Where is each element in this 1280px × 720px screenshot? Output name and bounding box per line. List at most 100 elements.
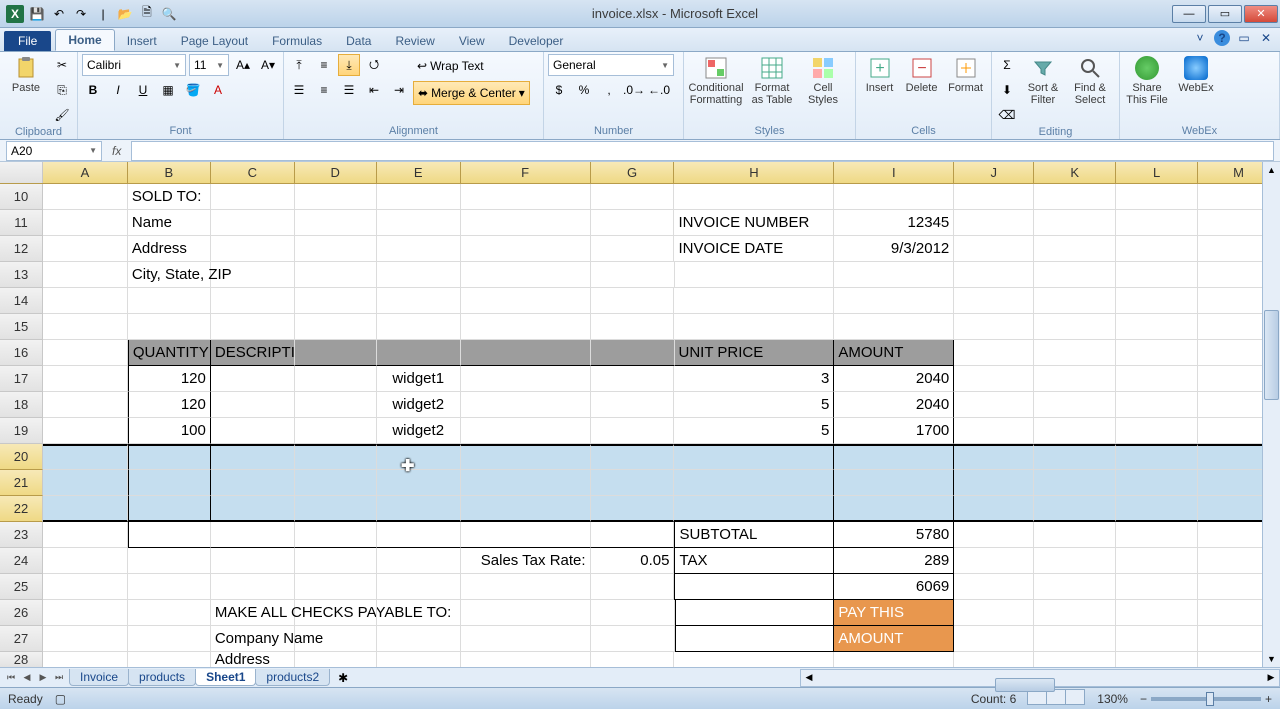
cell-H28[interactable]	[674, 652, 834, 667]
fx-icon[interactable]: fx	[102, 144, 131, 158]
cell-A14[interactable]	[43, 288, 128, 314]
cell-J17[interactable]	[954, 366, 1034, 392]
cell-K15[interactable]	[1034, 314, 1116, 340]
cell-J22[interactable]	[954, 496, 1034, 522]
row-header-15[interactable]: 15	[0, 314, 43, 340]
cell-A11[interactable]	[43, 210, 128, 236]
cell-I22[interactable]	[834, 496, 954, 522]
cell-B24[interactable]	[128, 548, 211, 574]
cell-G27[interactable]	[591, 626, 675, 652]
cell-I21[interactable]	[834, 470, 954, 496]
cell-A22[interactable]	[43, 496, 128, 522]
cell-H13[interactable]	[675, 262, 835, 288]
cell-J10[interactable]	[954, 184, 1034, 210]
cell-D21[interactable]	[295, 470, 377, 496]
cell-J18[interactable]	[954, 392, 1034, 418]
cell-C14[interactable]	[211, 288, 295, 314]
sort-filter-button[interactable]: Sort & Filter	[1021, 54, 1065, 108]
align-top-icon[interactable]: ⤒	[288, 54, 310, 76]
cell-J26[interactable]	[954, 600, 1034, 626]
cell-A18[interactable]	[43, 392, 128, 418]
cell-H23[interactable]: SUBTOTAL	[674, 522, 834, 548]
cell-A13[interactable]	[43, 262, 128, 288]
cell-J21[interactable]	[954, 470, 1034, 496]
cell-E27[interactable]	[377, 626, 461, 652]
scroll-up-icon[interactable]: ▲	[1263, 162, 1280, 178]
cell-G19[interactable]	[591, 418, 675, 444]
new-icon[interactable]: 🗎	[138, 5, 156, 23]
cell-K18[interactable]	[1034, 392, 1116, 418]
currency-icon[interactable]: $	[548, 79, 570, 101]
cell-F21[interactable]	[461, 470, 591, 496]
first-sheet-icon[interactable]: ⏮	[4, 671, 18, 685]
cell-J20[interactable]	[954, 444, 1034, 470]
cell-K19[interactable]	[1034, 418, 1116, 444]
clear-icon[interactable]: ⌫	[996, 104, 1018, 126]
cell-E10[interactable]	[377, 184, 461, 210]
align-right-icon[interactable]: ☰	[338, 79, 360, 101]
cell-F20[interactable]	[461, 444, 591, 470]
align-middle-icon[interactable]: ≡	[313, 54, 335, 76]
cell-G11[interactable]	[591, 210, 675, 236]
vertical-scrollbar[interactable]: ▲ ▼	[1262, 162, 1280, 667]
cell-G22[interactable]	[591, 496, 675, 522]
cell-C11[interactable]	[211, 210, 295, 236]
cell-C25[interactable]	[211, 574, 295, 600]
cell-B16[interactable]: QUANTITY	[128, 340, 211, 366]
cell-K26[interactable]	[1034, 600, 1116, 626]
cell-H21[interactable]	[674, 470, 834, 496]
close-button[interactable]: ✕	[1244, 5, 1278, 23]
save-icon[interactable]: 💾	[28, 5, 46, 23]
cell-D28[interactable]	[295, 652, 377, 667]
scroll-right-icon[interactable]: ▶	[1263, 672, 1279, 683]
cell-F23[interactable]	[461, 522, 591, 548]
col-header-E[interactable]: E	[377, 162, 461, 183]
cell-D13[interactable]	[295, 262, 377, 288]
cell-D25[interactable]	[295, 574, 377, 600]
cell-I13[interactable]	[834, 262, 954, 288]
select-all-corner[interactable]	[0, 162, 43, 183]
cell-D27[interactable]	[295, 626, 377, 652]
decrease-indent-icon[interactable]: ⇤	[363, 79, 385, 101]
cell-C22[interactable]	[211, 496, 295, 522]
cell-E12[interactable]	[377, 236, 461, 262]
row-header-24[interactable]: 24	[0, 548, 43, 574]
cell-H17[interactable]: 3	[674, 366, 834, 392]
cell-I12[interactable]: 9/3/2012	[834, 236, 954, 262]
orientation-icon[interactable]: ⭯	[363, 54, 385, 76]
cell-G18[interactable]	[591, 392, 675, 418]
cell-B25[interactable]	[128, 574, 211, 600]
tab-page-layout[interactable]: Page Layout	[169, 31, 260, 51]
col-header-B[interactable]: B	[128, 162, 211, 183]
cell-K21[interactable]	[1034, 470, 1116, 496]
cell-B11[interactable]: Name	[128, 210, 211, 236]
cell-K12[interactable]	[1034, 236, 1116, 262]
cell-G16[interactable]	[591, 340, 675, 366]
cell-H19[interactable]: 5	[674, 418, 834, 444]
cell-L28[interactable]	[1116, 652, 1198, 667]
cell-D26[interactable]	[295, 600, 377, 626]
cell-K25[interactable]	[1034, 574, 1116, 600]
row-header-10[interactable]: 10	[0, 184, 43, 210]
cell-I16[interactable]: AMOUNT	[834, 340, 954, 366]
cell-E11[interactable]	[377, 210, 461, 236]
fill-icon[interactable]: ⬇	[996, 79, 1018, 101]
cell-J15[interactable]	[954, 314, 1034, 340]
zoom-level[interactable]: 130%	[1097, 692, 1128, 706]
cell-H12[interactable]: INVOICE DATE	[674, 236, 834, 262]
col-header-A[interactable]: A	[43, 162, 128, 183]
cell-C27[interactable]: Company Name	[211, 626, 295, 652]
tab-view[interactable]: View	[447, 31, 497, 51]
cell-B17[interactable]: 120	[128, 366, 211, 392]
cell-J19[interactable]	[954, 418, 1034, 444]
cell-C19[interactable]	[211, 418, 295, 444]
cell-I20[interactable]	[834, 444, 954, 470]
cell-G26[interactable]	[591, 600, 675, 626]
cell-D14[interactable]	[295, 288, 377, 314]
cell-J12[interactable]	[954, 236, 1034, 262]
cell-C10[interactable]	[211, 184, 295, 210]
cell-D24[interactable]	[295, 548, 377, 574]
cell-B14[interactable]	[128, 288, 211, 314]
cell-L19[interactable]	[1116, 418, 1198, 444]
cell-E25[interactable]	[377, 574, 461, 600]
